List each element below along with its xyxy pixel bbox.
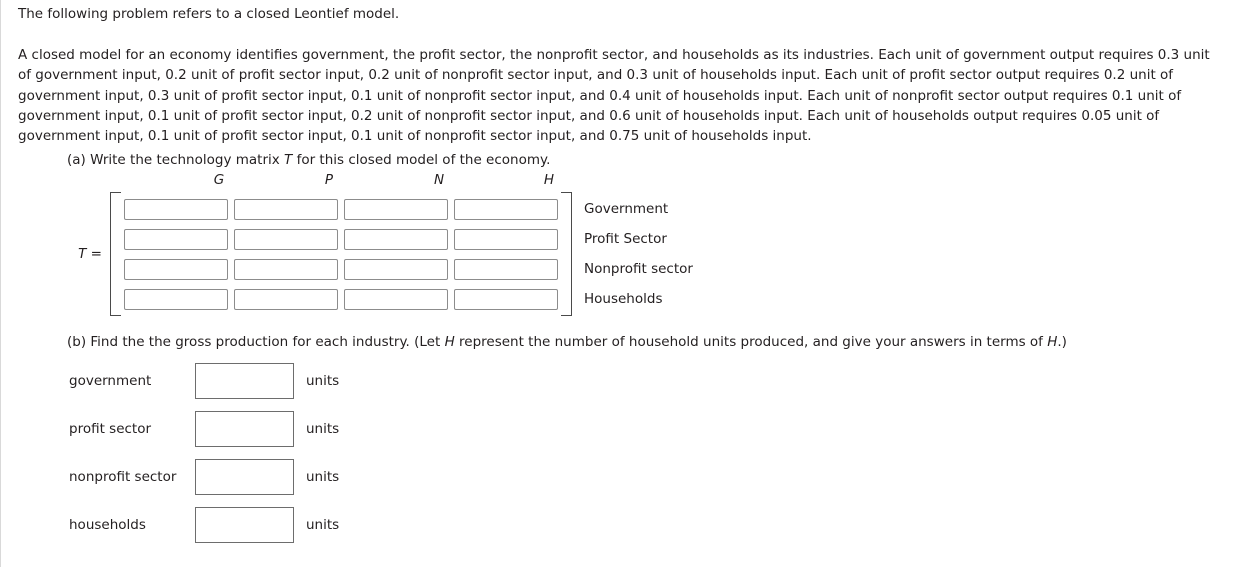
matrix-cell-2-0[interactable] bbox=[124, 258, 228, 280]
problem-statement: A closed model for an economy identifies… bbox=[18, 47, 1210, 145]
matrix-column-header-h: H bbox=[543, 172, 555, 188]
matrix-row-label-government: Government bbox=[584, 201, 669, 217]
matrix-cell-3-1[interactable] bbox=[234, 288, 338, 310]
matrix-cell-0-1[interactable] bbox=[234, 198, 338, 220]
part-a-prompt-before: (a) Write the technology matrix bbox=[67, 152, 285, 168]
matrix-cell-1-1[interactable] bbox=[234, 228, 338, 250]
answer-label-government: government bbox=[69, 373, 152, 389]
matrix-cell-1-0[interactable] bbox=[124, 228, 228, 250]
matrix-row-label-profit-sector: Profit Sector bbox=[584, 231, 667, 247]
answer-input-nonprofit-sector[interactable] bbox=[195, 459, 294, 495]
matrix-column-headers: G P N H bbox=[110, 172, 693, 192]
part-b-prompt-symbol-2: H bbox=[1047, 334, 1058, 350]
answer-input-profit-sector[interactable] bbox=[195, 411, 294, 447]
part-b-prompt-before: (b) Find the the gross production for ea… bbox=[67, 334, 445, 350]
answer-units-nonprofit-sector: units bbox=[306, 469, 340, 485]
matrix-cell-0-2[interactable] bbox=[344, 198, 448, 220]
matrix-row-label-nonprofit-sector: Nonprofit sector bbox=[584, 261, 693, 277]
answer-label-profit-sector: profit sector bbox=[69, 421, 152, 437]
matrix-cell-2-2[interactable] bbox=[344, 258, 448, 280]
answer-units-profit-sector: units bbox=[306, 421, 340, 437]
matrix-cell-1-2[interactable] bbox=[344, 228, 448, 250]
answer-row-government: government units bbox=[69, 357, 339, 405]
matrix-cell-grid bbox=[121, 192, 561, 316]
matrix-cell-3-0[interactable] bbox=[124, 288, 228, 310]
answer-input-government[interactable] bbox=[195, 363, 294, 399]
matrix-row-labels: Government Profit Sector Nonprofit secto… bbox=[572, 192, 693, 316]
intro-text: The following problem refers to a closed… bbox=[18, 6, 400, 22]
matrix-row bbox=[121, 194, 561, 224]
matrix-left-bracket bbox=[110, 192, 121, 316]
matrix-cell-2-3[interactable] bbox=[454, 258, 558, 280]
matrix-row bbox=[121, 254, 561, 284]
answer-input-households[interactable] bbox=[195, 507, 294, 543]
problem-page: The following problem refers to a closed… bbox=[0, 0, 1259, 567]
part-a-prompt-after: for this closed model of the economy. bbox=[292, 152, 551, 168]
matrix-column-header-g: G bbox=[213, 172, 225, 188]
part-b-prompt-after: .) bbox=[1057, 334, 1067, 350]
matrix-row-label-households: Households bbox=[584, 291, 663, 307]
part-b-prompt-symbol-1: H bbox=[444, 334, 455, 350]
matrix-cell-0-0[interactable] bbox=[124, 198, 228, 220]
answer-label-households: households bbox=[69, 517, 146, 533]
part-b-prompt: (b) Find the the gross production for ea… bbox=[67, 334, 1067, 350]
matrix-column-header-p: P bbox=[324, 172, 334, 188]
matrix-row bbox=[121, 284, 561, 314]
matrix-body: T = Government Profit Sector Nonprofit s… bbox=[61, 192, 693, 316]
gross-production-answers: government units profit sector units non… bbox=[69, 357, 339, 549]
answer-row-profit-sector: profit sector units bbox=[69, 405, 339, 453]
part-b-prompt-middle: represent the number of household units … bbox=[454, 334, 1048, 350]
matrix-cell-2-1[interactable] bbox=[234, 258, 338, 280]
matrix-row bbox=[121, 224, 561, 254]
matrix-name-label: T = bbox=[61, 246, 110, 262]
answer-units-households: units bbox=[306, 517, 340, 533]
matrix-column-header-n: N bbox=[433, 172, 445, 188]
matrix-name-equals: = bbox=[86, 246, 102, 262]
matrix-right-bracket bbox=[561, 192, 572, 316]
part-a-prompt: (a) Write the technology matrix T for th… bbox=[67, 152, 550, 168]
matrix-cell-0-3[interactable] bbox=[454, 198, 558, 220]
answer-row-nonprofit-sector: nonprofit sector units bbox=[69, 453, 339, 501]
matrix-cell-3-2[interactable] bbox=[344, 288, 448, 310]
technology-matrix: G P N H T = Government Profit Sector Non… bbox=[61, 172, 693, 316]
matrix-cell-1-3[interactable] bbox=[454, 228, 558, 250]
answer-units-government: units bbox=[306, 373, 340, 389]
matrix-cell-3-3[interactable] bbox=[454, 288, 558, 310]
answer-label-nonprofit-sector: nonprofit sector bbox=[69, 469, 177, 485]
answer-row-households: households units bbox=[69, 501, 339, 549]
